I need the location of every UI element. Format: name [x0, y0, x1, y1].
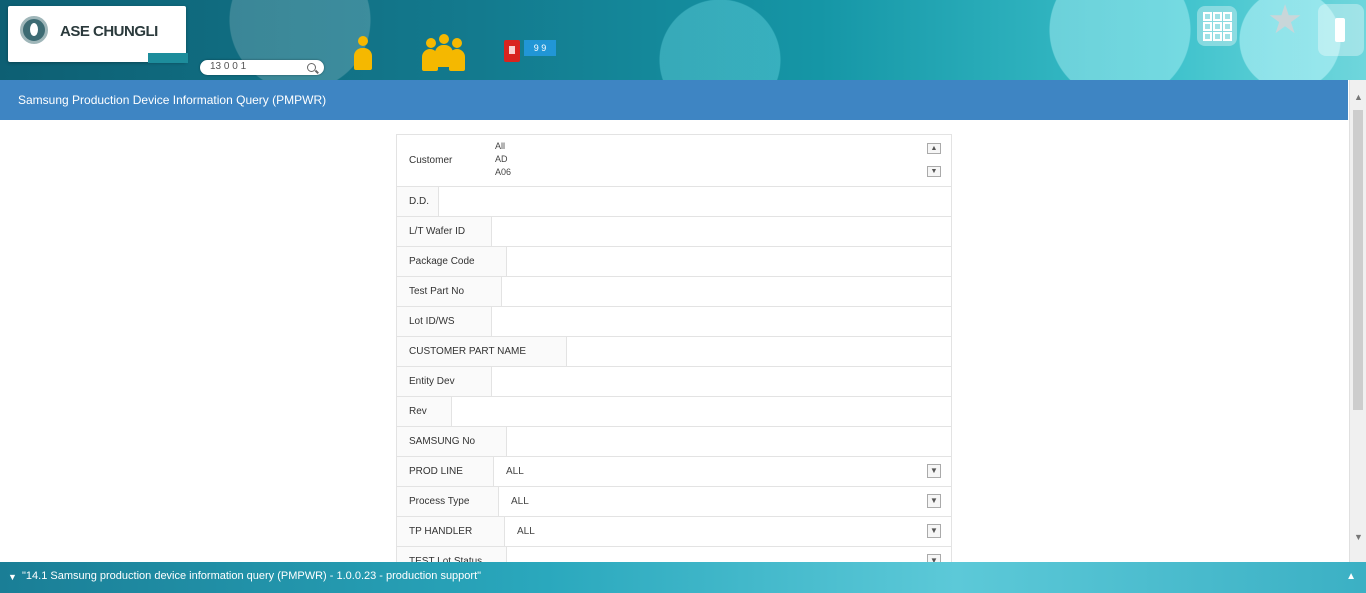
status-text: "14.1 Samsung production device informat…: [22, 570, 482, 582]
company-logo[interactable]: ASE CHUNGLI: [8, 6, 188, 63]
customer-label: Customer: [397, 135, 492, 186]
customer-option[interactable]: A06: [495, 167, 511, 177]
chevron-up-icon[interactable]: ▲: [1346, 571, 1356, 582]
form-row: PROD LINE ALL ▼: [397, 457, 951, 487]
rev-input[interactable]: [452, 397, 464, 426]
customer-option[interactable]: All: [495, 141, 505, 151]
prod-line-select[interactable]: ALL: [494, 457, 524, 486]
samsung-no-input[interactable]: [507, 427, 519, 456]
notification-icon[interactable]: [504, 40, 520, 62]
field-label: Process Type: [397, 487, 499, 516]
form-row: Process Type ALL ▼: [397, 487, 951, 517]
field-label: TEST Lot Status: [397, 547, 507, 563]
form-row: CUSTOMER PART NAME: [397, 337, 951, 367]
test-part-no-input[interactable]: [502, 277, 514, 306]
scroll-down-arrow-icon[interactable]: ▼: [1354, 532, 1363, 542]
query-form: Customer All AD A06 ▲ ▼ D.D. L/T Wafer I…: [396, 134, 952, 563]
customer-option[interactable]: AD: [495, 154, 508, 164]
lot-id-input[interactable]: [492, 307, 504, 336]
chevron-down-icon[interactable]: ▼: [927, 524, 941, 538]
field-label: TP HANDLER: [397, 517, 505, 546]
form-row: Rev: [397, 397, 951, 427]
field-label: CUSTOMER PART NAME: [397, 337, 567, 366]
grid-menu-icon[interactable]: [1197, 6, 1237, 46]
field-label: Rev: [397, 397, 452, 426]
search-icon[interactable]: [307, 63, 316, 72]
field-label: Test Part No: [397, 277, 502, 306]
notification-count-badge: 9 9: [524, 40, 556, 56]
chevron-down-icon[interactable]: ▼: [927, 464, 941, 478]
chevron-down-icon[interactable]: ▼: [8, 572, 17, 582]
wafer-id-input[interactable]: [492, 217, 504, 246]
form-row: D.D.: [397, 187, 951, 217]
customer-list-scroll[interactable]: ▲ ▼: [927, 143, 941, 177]
field-label: PROD LINE: [397, 457, 494, 486]
tp-handler-select[interactable]: ALL: [505, 517, 535, 546]
search-box[interactable]: 13 0 0 1: [200, 60, 324, 75]
search-input[interactable]: 13 0 0 1: [210, 61, 246, 72]
list-scroll-up-icon[interactable]: ▲: [927, 143, 941, 154]
process-type-select[interactable]: ALL: [499, 487, 529, 516]
lot-status-select[interactable]: [507, 547, 519, 563]
field-label: Entity Dev: [397, 367, 492, 396]
scroll-up-arrow-icon[interactable]: ▲: [1354, 92, 1363, 102]
customer-row: Customer All AD A06 ▲ ▼: [397, 135, 951, 187]
scroll-thumb[interactable]: [1353, 110, 1363, 410]
page-title-bar: Samsung Production Device Information Qu…: [0, 80, 1348, 120]
logo-tag: [148, 53, 188, 63]
form-row: TP HANDLER ALL ▼: [397, 517, 951, 547]
list-scroll-down-icon[interactable]: ▼: [927, 166, 941, 177]
entity-dev-input[interactable]: [492, 367, 504, 396]
form-row: L/T Wafer ID: [397, 217, 951, 247]
field-label: Package Code: [397, 247, 507, 276]
page-title: Samsung Production Device Information Qu…: [18, 93, 327, 107]
form-row: Package Code: [397, 247, 951, 277]
field-label: D.D.: [397, 187, 439, 216]
single-user-icon[interactable]: [352, 36, 374, 76]
form-row: Lot ID/WS: [397, 307, 951, 337]
favorite-star-icon[interactable]: ★: [1265, 0, 1305, 40]
form-row: Test Part No: [397, 277, 951, 307]
logo-text: ASE CHUNGLI: [60, 23, 158, 40]
status-bar: ▼ "14.1 Samsung production device inform…: [0, 562, 1366, 593]
field-label: L/T Wafer ID: [397, 217, 492, 246]
form-row: Entity Dev: [397, 367, 951, 397]
form-row: SAMSUNG No: [397, 427, 951, 457]
field-label: Lot ID/WS: [397, 307, 492, 336]
page-scrollbar[interactable]: ▲ ▼: [1349, 80, 1366, 562]
logo-mark-icon: [20, 16, 48, 44]
chevron-down-icon[interactable]: ▼: [927, 494, 941, 508]
field-label: SAMSUNG No: [397, 427, 507, 456]
exit-icon[interactable]: [1318, 4, 1364, 56]
app-header: ASE CHUNGLI 13 0 0 1 9 9 ★: [0, 0, 1366, 80]
dd-input[interactable]: [439, 187, 451, 216]
form-row: TEST Lot Status ▼: [397, 547, 951, 563]
package-code-input[interactable]: [507, 247, 519, 276]
user-group-icon[interactable]: [422, 34, 466, 76]
customer-part-name-input[interactable]: [567, 337, 579, 366]
